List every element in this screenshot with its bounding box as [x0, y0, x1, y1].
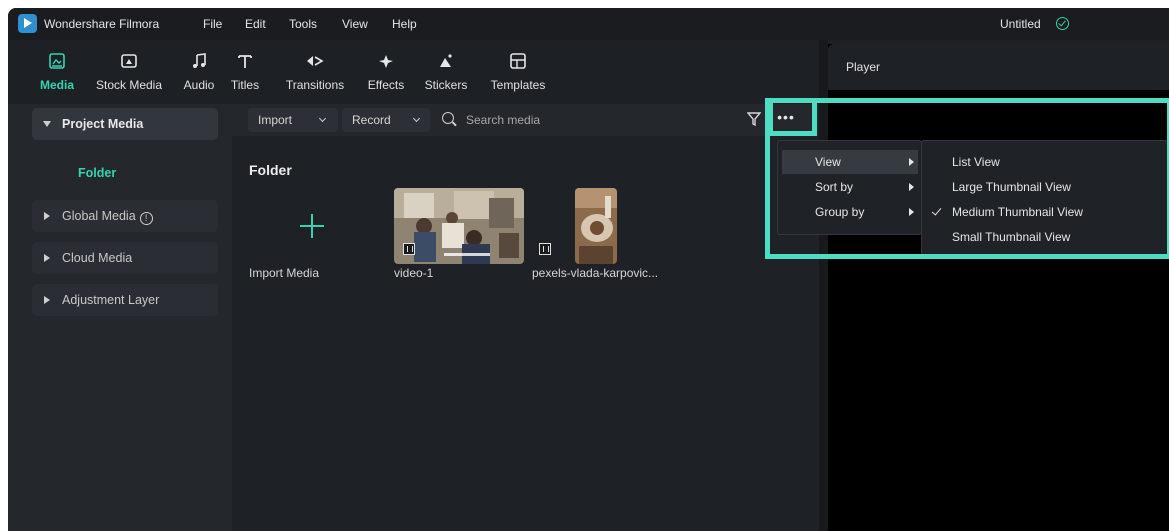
record-dropdown[interactable]: Record [342, 108, 430, 132]
stock-media-icon [119, 52, 139, 70]
filmora-window: Wondershare Filmora File Edit Tools View… [8, 8, 1169, 531]
search-input[interactable] [466, 110, 666, 130]
media-toolbar: Import Record ••• [232, 104, 819, 136]
menu-file[interactable]: File [203, 17, 222, 31]
sidebar-item-label: Cloud Media [62, 251, 133, 265]
pexels-preview-image [575, 188, 617, 264]
document-title: Untitled [1000, 17, 1041, 31]
media-icon [47, 52, 67, 70]
sidebar-item-label: Adjustment Layer [62, 293, 160, 307]
sidebar-item-global-media[interactable]: Global Media! [32, 200, 218, 232]
sidebar-item-project-media[interactable]: Project Media [32, 108, 218, 140]
player-title: Player [846, 60, 881, 74]
music-note-icon [189, 52, 209, 70]
collapse-triangle-icon [44, 254, 50, 262]
plus-icon [300, 214, 324, 238]
filter-icon[interactable] [747, 111, 761, 127]
app-name: Wondershare Filmora [44, 17, 160, 31]
tab-stock-media[interactable]: Stock Media [92, 40, 166, 104]
menu-edit[interactable]: Edit [245, 17, 266, 31]
import-label: Import [258, 113, 293, 127]
chevron-down-icon [412, 114, 421, 123]
tab-label: Templates [490, 78, 546, 92]
tab-label: Effects [367, 78, 405, 92]
tab-audio[interactable]: Audio [178, 40, 220, 104]
tab-label: Media [39, 78, 74, 92]
sparkle-icon [376, 52, 396, 70]
tab-label: Audio [183, 78, 215, 92]
media-item-label: pexels-vlada-karpovic... [532, 266, 659, 280]
tab-templates[interactable]: Templates [486, 40, 550, 104]
player-header: Player [828, 44, 1169, 90]
menu-tools[interactable]: Tools [289, 17, 317, 31]
sidebar-item-label: Global Media! [62, 209, 153, 225]
video-1-thumbnail[interactable] [394, 188, 524, 264]
menu-help[interactable]: Help [392, 17, 417, 31]
chevron-down-icon [318, 114, 327, 123]
main-toolbar: Media Stock Media Audio Titles Transitio… [8, 40, 819, 104]
tab-label: Stickers [424, 78, 468, 92]
collapse-triangle-icon [44, 296, 50, 304]
media-browser: Import Record ••• Folder Import Media [232, 104, 819, 531]
transition-arrows-icon [305, 52, 325, 70]
info-icon[interactable]: ! [139, 212, 153, 225]
media-item-label: video-1 [394, 266, 434, 280]
video-type-icon [403, 243, 415, 255]
media-library-sidebar: Project Media Folder Global Media! Cloud… [8, 104, 232, 531]
collapse-triangle-icon [44, 212, 50, 220]
folder-title: Folder [249, 162, 292, 178]
template-grid-icon [508, 52, 528, 70]
sticker-icon [436, 52, 456, 70]
tab-stickers[interactable]: Stickers [420, 40, 472, 104]
tab-label: Titles [230, 78, 260, 92]
sidebar-item-cloud-media[interactable]: Cloud Media [32, 242, 218, 274]
tab-media[interactable]: Media [34, 40, 80, 104]
tab-label: Transitions [285, 78, 345, 92]
record-label: Record [352, 113, 391, 127]
text-icon [235, 52, 255, 70]
filmora-logo-icon [18, 14, 37, 33]
video-type-icon [539, 243, 551, 255]
pexels-thumbnail[interactable] [575, 188, 617, 264]
menu-bar: Wondershare Filmora File Edit Tools View… [8, 8, 1169, 40]
tab-effects[interactable]: Effects [362, 40, 410, 104]
menu-view[interactable]: View [342, 17, 368, 31]
tab-label: Stock Media [95, 78, 163, 92]
tab-titles[interactable]: Titles [228, 40, 262, 104]
tab-transitions[interactable]: Transitions [282, 40, 348, 104]
media-item-label: Import Media [249, 266, 320, 280]
sidebar-item-folder[interactable]: Folder [78, 166, 116, 180]
import-dropdown[interactable]: Import [248, 108, 338, 132]
sidebar-item-adjustment-layer[interactable]: Adjustment Layer [32, 284, 218, 316]
expand-triangle-icon [43, 121, 51, 127]
sidebar-item-label: Project Media [62, 117, 144, 131]
search-icon [442, 112, 454, 124]
saved-check-icon [1056, 17, 1069, 30]
menu-highlight [765, 98, 1169, 259]
